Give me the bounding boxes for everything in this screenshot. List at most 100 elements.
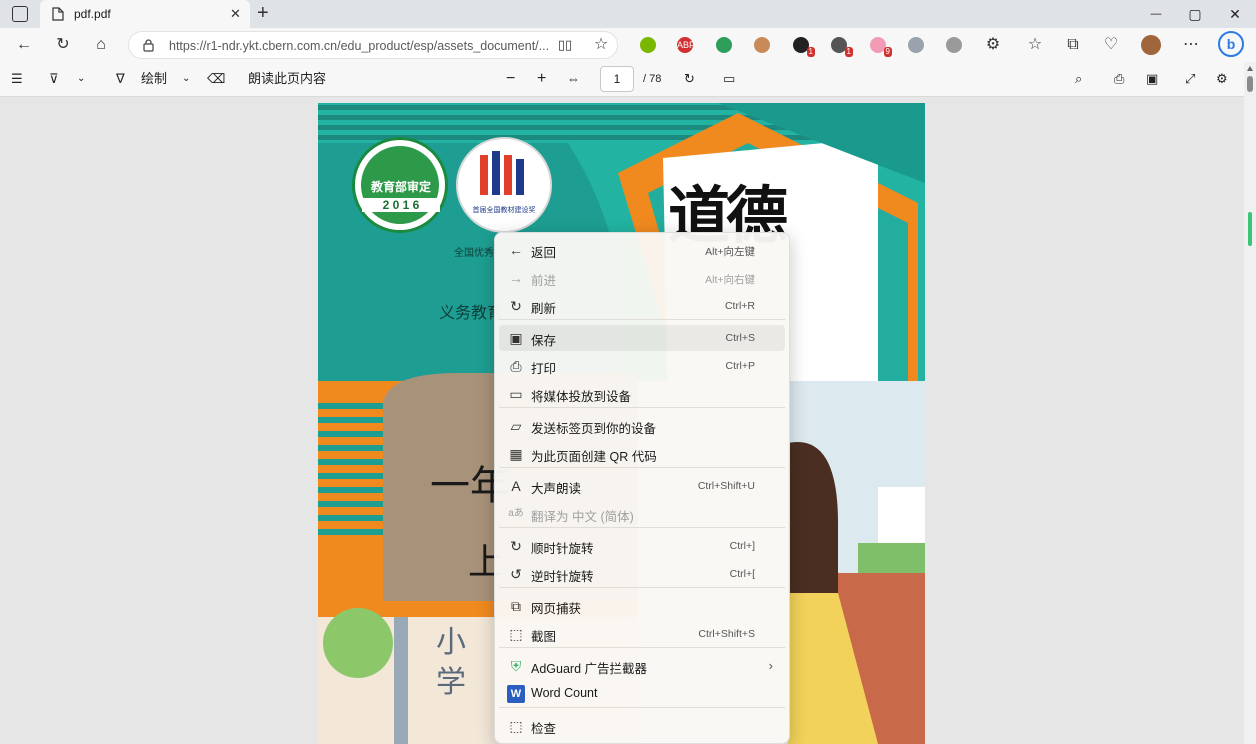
pdf-toolbar: ☰ ⊽ ⌄ ∇ 绘制 ⌄ ⌫ 朗读此页内容 − + ⇔ 1 / 78 ↻ ▭ ⌕… [0, 62, 1256, 97]
performance-icon[interactable]: ♡ [1100, 34, 1122, 56]
save-icon: ▣ [509, 330, 523, 346]
rotate-icon[interactable]: ↻ [684, 70, 695, 88]
menu-item-rotate-clockwise[interactable]: ↻ 顺时针旋转 Ctrl+] [499, 533, 785, 559]
contents-list-icon[interactable]: ☰ [11, 70, 23, 88]
zoom-in-icon[interactable]: + [537, 70, 546, 88]
vertical-scrollbar[interactable] [1244, 62, 1256, 744]
menu-item-shortcut: Alt+向右键 [705, 274, 755, 286]
extension-badge: 1 [806, 47, 815, 57]
menu-item-save[interactable]: ▣ 保存 Ctrl+S [499, 325, 785, 351]
page-view-icon[interactable]: ▭ [723, 70, 735, 88]
highlight-dropdown-icon[interactable]: ⌄ [77, 70, 85, 88]
menu-item-qr-code[interactable]: ▦ 为此页面创建 QR 代码 [499, 441, 785, 467]
menu-item-send-to-device[interactable]: ▱ 发送标签页到你的设备 [499, 413, 785, 439]
fit-page-icon[interactable]: ⇔ [567, 70, 580, 88]
menu-item-cast[interactable]: ▭ 将媒体投放到设备 [499, 381, 785, 407]
menu-item-label: 返回 [531, 246, 557, 260]
menu-item-shortcut: Ctrl+R [724, 300, 755, 312]
close-window-button[interactable]: ✕ [1225, 4, 1245, 24]
menu-item-refresh[interactable]: ↻ 刷新 Ctrl+R [499, 293, 785, 319]
shield-check-icon[interactable] [716, 37, 732, 53]
menu-item-screenshot[interactable]: ⬚ 截图 Ctrl+Shift+S [499, 621, 785, 647]
new-tab-button[interactable]: + [257, 2, 269, 25]
save-icon[interactable]: ▣ [1146, 70, 1158, 88]
navigation-bar: ← ↻ ⌂ https://r1-ndr.ykt.cbern.com.cn/ed… [0, 28, 1256, 62]
profile-avatar[interactable] [1141, 35, 1161, 55]
eraser-icon[interactable]: ⌫ [207, 70, 225, 88]
menu-item-word-count[interactable]: W Word Count [499, 681, 785, 707]
seal-year: 2 0 1 6 [362, 198, 440, 212]
bottom-chars: 小学 [436, 625, 466, 700]
extensions-icon[interactable]: ⚙ [982, 34, 1004, 56]
ext-black-icon[interactable]: 1 [793, 37, 815, 57]
search-icon[interactable]: ⌕ [1075, 70, 1082, 88]
refresh-icon[interactable]: ↻ [52, 34, 74, 56]
zoom-out-icon[interactable]: − [506, 70, 515, 88]
tab-actions-icon[interactable] [12, 6, 28, 22]
settings-gear-icon[interactable]: ⚙ [1216, 70, 1228, 88]
rotate-clockwise-icon: ↻ [510, 538, 522, 554]
more-options-icon[interactable]: ⋯ [1180, 34, 1202, 56]
qr-code-icon: ▦ [509, 446, 523, 462]
web-capture-icon: ⧉ [511, 598, 521, 614]
menu-item-read-aloud[interactable]: A 大声朗读 Ctrl+Shift+U [499, 473, 785, 499]
menu-item-adguard[interactable]: ⛨ AdGuard 广告拦截器 › [499, 653, 785, 679]
back-icon[interactable]: ← [13, 34, 35, 56]
menu-item-back-arrow[interactable]: ← 返回 Alt+向左键 [499, 237, 785, 263]
forward-arrow-icon: → [509, 270, 523, 286]
menu-item-web-capture[interactable]: ⧉ 网页捕获 [499, 593, 785, 619]
ext-circle-icon[interactable] [946, 37, 962, 53]
favorite-star-icon[interactable]: ☆ [590, 34, 612, 56]
context-menu: ← 返回 Alt+向左键 → 前进 Alt+向右键 ↻ 刷新 Ctrl+R ▣ 保存 Ctrl+S ⎙ 打… [494, 232, 790, 744]
home-icon[interactable]: ⌂ [90, 34, 112, 56]
menu-item-shortcut: Ctrl+] [729, 540, 755, 552]
adblock-icon[interactable]: ABP [677, 37, 695, 53]
print-icon[interactable]: ⎙ [1114, 70, 1124, 88]
ext-gray-icon[interactable] [908, 37, 924, 53]
cast-icon: ▭ [509, 386, 523, 402]
close-tab-icon[interactable]: ✕ [230, 6, 241, 22]
scroll-up-icon[interactable] [1247, 66, 1253, 71]
minimize-button[interactable]: — [1146, 4, 1166, 24]
menu-item-label: 打印 [531, 362, 557, 376]
lock-icon [143, 39, 154, 52]
menu-item-label: 刷新 [531, 302, 557, 316]
menu-item-label: 逆时针旋转 [531, 570, 594, 584]
menu-item-print[interactable]: ⎙ 打印 Ctrl+P [499, 353, 785, 379]
award-caption: 全国优秀 [454, 248, 494, 259]
page-number-input[interactable]: 1 [600, 66, 634, 92]
reader-view-icon[interactable]: ▯▯ [554, 34, 576, 56]
ext-chat-icon[interactable]: 1 [831, 37, 853, 57]
copilot-icon[interactable]: b [1218, 31, 1244, 57]
collections-icon[interactable]: ⧉ [1062, 34, 1084, 56]
seal-text: 教育部审定 [370, 180, 431, 194]
favorites-icon[interactable]: ☆ [1024, 34, 1046, 56]
award-logo-bar-4 [516, 159, 524, 195]
screenshot-icon: ⬚ [509, 626, 523, 642]
extension-green-icon[interactable] [640, 37, 656, 53]
menu-item-rotate-counterclockwise[interactable]: ↺ 逆时针旋转 Ctrl+[ [499, 561, 785, 587]
menu-item-shortcut: Ctrl+Shift+S [698, 628, 755, 640]
scroll-thumb[interactable] [1247, 76, 1253, 92]
menu-item-inspect[interactable]: ⬚ 检查 [499, 713, 785, 739]
read-aloud-label[interactable]: 朗读此页内容 [248, 70, 326, 88]
fullscreen-icon[interactable]: ⤢ [1185, 70, 1195, 88]
draw-dropdown-icon[interactable]: ⌄ [182, 70, 190, 88]
restore-button[interactable]: ▢ [1185, 4, 1205, 24]
highlight-icon[interactable]: ⊽ [49, 70, 59, 88]
submenu-chevron-icon: › [768, 658, 773, 673]
document-icon [52, 7, 64, 21]
award-text: 首届全国教材建设奖 [472, 207, 536, 214]
award-logo-icon [480, 155, 488, 195]
tab-pdf[interactable]: pdf.pdf ✕ [40, 0, 250, 28]
menu-item-label: 大声朗读 [531, 482, 582, 496]
menu-separator [499, 647, 785, 648]
refresh-icon: ↻ [510, 298, 522, 314]
ext-pink-icon[interactable]: 9 [870, 37, 892, 57]
menu-separator [499, 587, 785, 588]
read-aloud-icon: A [511, 478, 521, 494]
address-bar[interactable]: https://r1-ndr.ykt.cbern.com.cn/edu_prod… [128, 31, 618, 59]
draw-label[interactable]: 绘制 [141, 70, 167, 88]
draw-icon[interactable]: ∇ [116, 70, 125, 88]
face-icon[interactable] [754, 37, 770, 53]
